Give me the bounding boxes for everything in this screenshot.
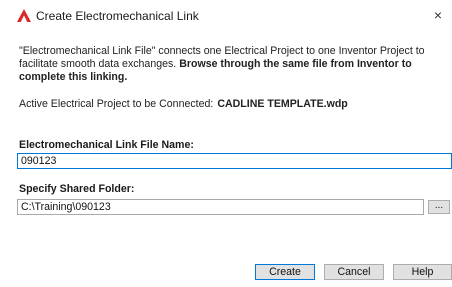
create-button[interactable]: Create	[255, 264, 315, 280]
shared-folder-label: Specify Shared Folder:	[19, 183, 135, 195]
link-file-name-input[interactable]: 090123	[17, 153, 452, 169]
active-project-line: Active Electrical Project to be Connecte…	[19, 98, 348, 111]
cancel-button[interactable]: Cancel	[324, 264, 384, 280]
shared-folder-input[interactable]: C:\Training\090123	[17, 199, 424, 215]
help-button[interactable]: Help	[393, 264, 452, 280]
active-project-value: CADLINE TEMPLATE.wdp	[217, 98, 348, 110]
window-title: Create Electromechanical Link	[36, 9, 199, 23]
active-project-label: Active Electrical Project to be Connecte…	[19, 98, 214, 110]
autocad-electrical-icon	[17, 9, 31, 22]
link-file-label: Electromechanical Link File Name:	[19, 139, 194, 151]
close-icon[interactable]: ×	[430, 7, 446, 23]
dialog-description: "Electromechanical Link File" connects o…	[19, 45, 447, 84]
title-bar: Create Electromechanical Link ×	[0, 0, 452, 30]
browse-folder-button[interactable]: ...	[428, 200, 450, 214]
